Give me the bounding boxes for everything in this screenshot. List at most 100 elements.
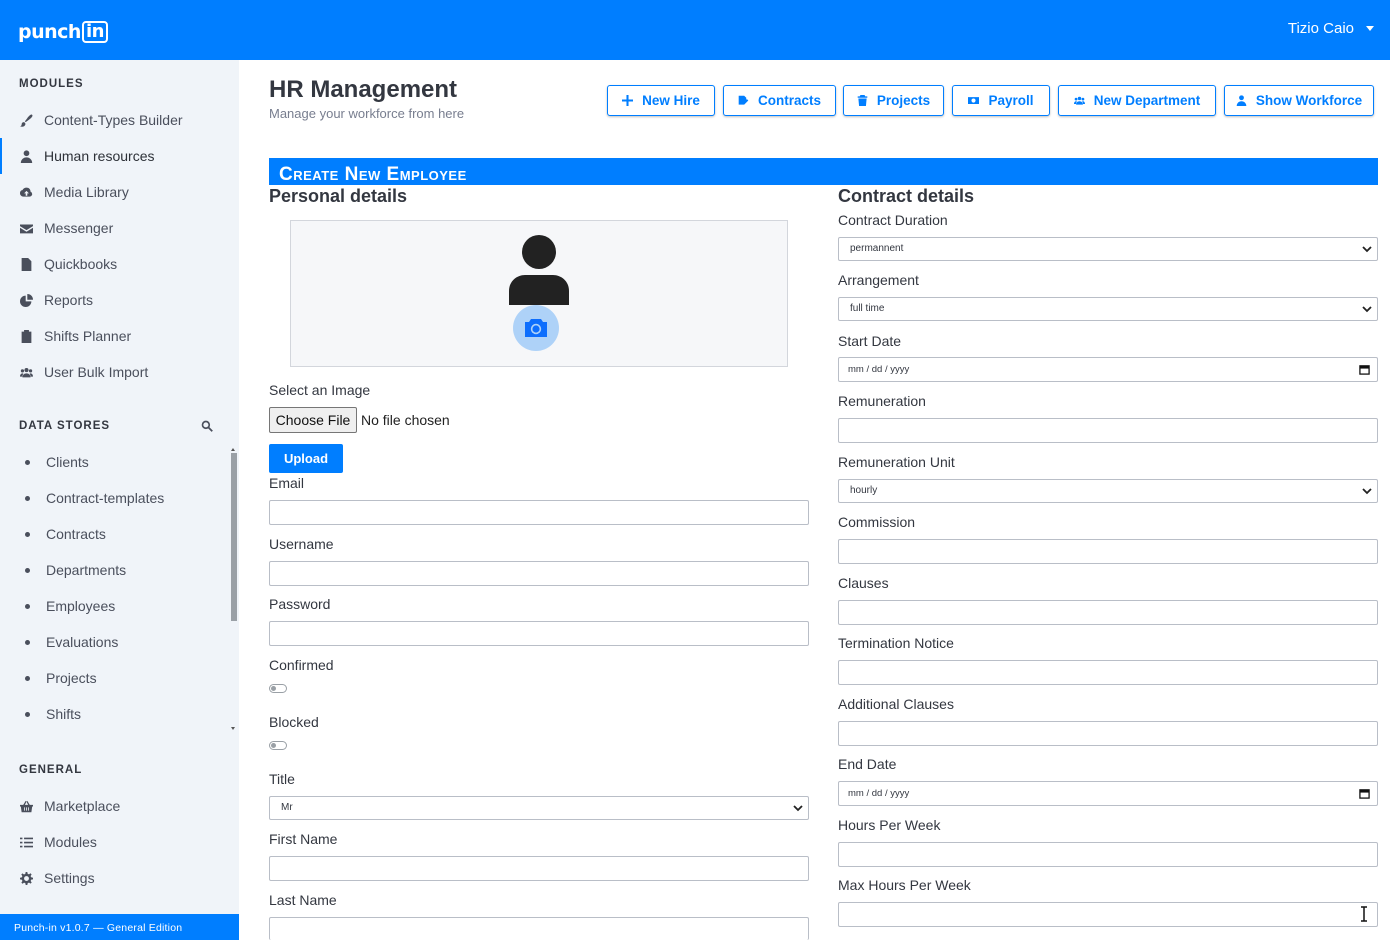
commission-field[interactable] [838,539,1378,564]
sidebar-item-human-resources[interactable]: Human resources [0,138,239,174]
create-employee-banner: Create New Employee [269,158,1378,185]
last-name-field[interactable] [269,917,809,940]
sidebar-item-content-types-builder[interactable]: Content-Types Builder [0,102,239,138]
file-signature-icon [738,95,749,105]
username-field[interactable] [269,561,809,586]
button-label: New Department [1093,93,1201,108]
bullet-icon [25,531,30,537]
punchin-logo[interactable]: punch in [18,20,108,44]
calendar-icon[interactable] [1359,788,1370,799]
paint-brush-icon [19,113,33,127]
payroll-button[interactable]: Payroll [952,85,1050,116]
first-name-label: First Name [269,831,338,847]
cloud-upload-icon [19,185,33,199]
logo-text: punch [18,21,81,43]
camera-button[interactable] [513,305,559,351]
password-label: Password [269,596,331,612]
end-date-field[interactable]: mm / dd / yyyy [838,781,1378,806]
remuneration-field[interactable] [838,418,1378,443]
sidebar-item-reports[interactable]: Reports [0,282,239,318]
camera-icon [525,319,547,337]
bullet-icon [25,639,30,645]
sidebar-item-settings[interactable]: Settings [0,860,239,896]
user-name: Tizio Caio [1287,20,1354,37]
confirmed-toggle[interactable] [269,684,287,693]
sidebar-item-media-library[interactable]: Media Library [0,174,239,210]
sidebar-item-marketplace[interactable]: Marketplace [0,788,239,824]
title-select-value: Mr [281,802,293,813]
datastore-item-clients[interactable]: Clients [0,444,239,480]
sidebar-item-label: Content-Types Builder [44,112,183,128]
remuneration-unit-value: hourly [850,485,878,496]
arrangement-label: Arrangement [838,272,919,288]
calendar-icon[interactable] [1359,364,1370,375]
datastore-item-projects[interactable]: Projects [0,660,239,696]
datastore-item-employees[interactable]: Employees [0,588,239,624]
show-workforce-button[interactable]: Show Workforce [1224,85,1374,116]
datastore-item-contracts[interactable]: Contracts [0,516,239,552]
datastore-item-shifts[interactable]: Shifts [0,696,239,732]
list-icon [19,835,33,849]
bullet-icon [25,603,30,609]
arrangement-select[interactable]: full time [838,297,1378,321]
sidebar-item-messenger[interactable]: Messenger [0,210,239,246]
start-date-placeholder: mm / dd / yyyy [848,364,910,375]
shopping-basket-icon [19,799,33,813]
end-date-label: End Date [838,756,897,772]
contract-details-title: Contract details [838,186,975,206]
sidebar-item-quickbooks[interactable]: Quickbooks [0,246,239,282]
gear-icon [19,871,33,885]
logo-box-text: in [81,21,108,43]
search-icon[interactable] [201,420,213,432]
button-label: New Hire [642,93,700,108]
additional-clauses-label: Additional Clauses [838,696,954,712]
choose-file-button[interactable]: Choose File [269,407,357,433]
sidebar: MODULES Content-Types Builder Human reso… [0,60,239,940]
sidebar-item-modules[interactable]: Modules [0,824,239,860]
sidebar-item-shifts-planner[interactable]: Shifts Planner [0,318,239,354]
upload-button[interactable]: Upload [269,444,343,473]
title-select[interactable]: Mr [269,796,809,820]
remuneration-unit-select[interactable]: hourly [838,479,1378,503]
sidebar-item-label: Human resources [44,148,155,164]
page-subtitle: Manage your workforce from here [269,106,465,121]
blocked-toggle[interactable] [269,741,287,750]
data-stores-heading: DATA STORES [19,420,111,432]
button-label: Show Workforce [1255,93,1363,108]
confirmed-label: Confirmed [269,657,334,673]
first-name-field[interactable] [269,856,809,881]
additional-clauses-field[interactable] [838,721,1378,746]
projects-button[interactable]: Projects [843,85,944,116]
datastore-item-departments[interactable]: Departments [0,552,239,588]
remuneration-unit-label: Remuneration Unit [838,454,955,470]
start-date-field[interactable]: mm / dd / yyyy [838,357,1378,382]
commission-label: Commission [838,514,916,530]
datastore-label: Evaluations [46,634,119,650]
clauses-field[interactable] [838,600,1378,625]
contract-duration-select[interactable]: permannent [838,237,1378,261]
contracts-button[interactable]: Contracts [723,85,836,116]
datastore-item-evaluations[interactable]: Evaluations [0,624,239,660]
avatar-placeholder-icon [509,235,569,305]
max-hours-per-week-label: Max Hours Per Week [838,877,971,893]
user-icon [1236,95,1247,106]
termination-notice-label: Termination Notice [838,635,954,651]
button-label: Projects [876,93,931,108]
money-bill-icon [968,97,980,104]
hours-per-week-field[interactable] [838,842,1378,867]
end-date-placeholder: mm / dd / yyyy [848,788,910,799]
new-hire-button[interactable]: New Hire [607,85,715,116]
user-menu[interactable]: Tizio Caio [1288,20,1374,37]
no-file-chosen-text: No file chosen [361,412,450,428]
datastore-item-contract-templates[interactable]: Contract-templates [0,480,239,516]
password-field[interactable] [269,621,809,646]
termination-notice-field[interactable] [838,660,1378,685]
plus-icon [622,95,634,106]
email-field[interactable] [269,500,809,525]
pie-chart-icon [19,293,33,307]
sidebar-item-label: Quickbooks [44,256,118,272]
max-hours-per-week-field[interactable] [838,902,1378,927]
trash-icon [857,95,868,106]
new-department-button[interactable]: New Department [1058,85,1216,116]
sidebar-item-user-bulk-import[interactable]: User Bulk Import [0,354,239,390]
